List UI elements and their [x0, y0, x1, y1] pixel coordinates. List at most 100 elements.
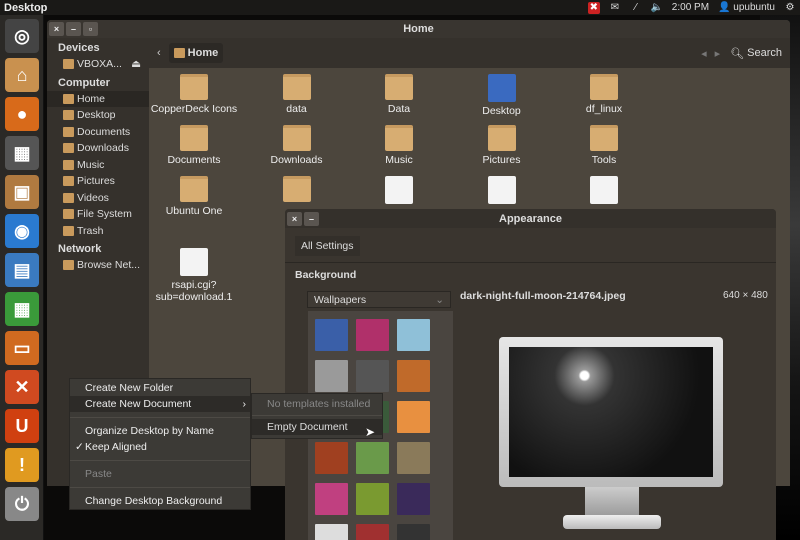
ubuntu-software-icon[interactable]: ✕	[5, 370, 39, 404]
close-button[interactable]: ×	[49, 22, 64, 36]
update-icon[interactable]: !	[5, 448, 39, 482]
file-item[interactable]	[452, 176, 552, 207]
clock[interactable]: 2:00 PM	[672, 2, 709, 13]
mouse-cursor-icon: ➤	[365, 425, 376, 439]
sidebar-item[interactable]: VBOXA... ⏏	[47, 56, 149, 73]
folder-icon	[282, 125, 311, 151]
close-button[interactable]: ×	[287, 211, 302, 226]
maximize-button[interactable]: ▫	[83, 22, 98, 36]
file-item[interactable]: data	[247, 74, 347, 115]
error-indicator-icon[interactable]: ✖	[587, 1, 600, 14]
file-item[interactable]: Desktop	[452, 74, 552, 117]
wallpaper-thumbnail[interactable]	[315, 483, 348, 515]
file-item[interactable]: Music	[349, 125, 449, 166]
context-menu-item[interactable]: Change Desktop Background	[70, 493, 250, 509]
volume-icon[interactable]: 🔈	[651, 2, 663, 14]
sidebar-item[interactable]: Trash	[47, 223, 149, 240]
sidebar-item[interactable]: Browse Net...	[47, 257, 149, 274]
firefox-icon[interactable]: ●	[5, 97, 39, 131]
wallpaper-thumbnail[interactable]	[356, 360, 389, 392]
sidebar-item[interactable]: Documents	[47, 124, 149, 141]
file-item[interactable]: rsapi.cgi? sub=download.1	[144, 248, 244, 303]
folder-icon	[282, 74, 311, 100]
file-item[interactable]	[349, 176, 449, 207]
wallpaper-thumbnail[interactable]	[397, 360, 430, 392]
file-name: Tools	[591, 154, 617, 166]
folder-icon	[385, 125, 413, 151]
file-item[interactable]: Tools	[554, 125, 654, 166]
nav-back-arrow-icon[interactable]: ◂	[701, 47, 707, 60]
dash-icon[interactable]: ◎	[5, 19, 39, 53]
package-icon[interactable]: ▣	[5, 175, 39, 209]
file-item[interactable]: Pictures	[452, 125, 552, 166]
context-menu-item[interactable]: Create New Folder	[70, 380, 250, 396]
sidebar-item[interactable]: Videos	[47, 190, 149, 207]
file-icon	[385, 176, 413, 204]
user-menu[interactable]: 👤 upubuntu	[718, 2, 775, 13]
wallpaper-thumbnail[interactable]	[356, 442, 389, 474]
wallpaper-thumbnail[interactable]	[397, 442, 430, 474]
wallpaper-thumbnail[interactable]	[315, 360, 348, 392]
sidebar-item[interactable]: Home	[47, 90, 149, 107]
file-item[interactable]: Downloads	[247, 125, 347, 166]
file-name: Music	[385, 154, 413, 166]
system-settings-icon[interactable]: ⏻	[5, 487, 39, 521]
network-icon[interactable]: ⁄	[630, 2, 642, 14]
search-button[interactable]: 🔍︎ Search	[730, 47, 782, 60]
ubuntu-one-icon[interactable]: U	[5, 409, 39, 443]
wallpaper-thumbnail[interactable]	[356, 319, 389, 351]
dropdown-value: Wallpapers	[314, 294, 367, 306]
title-bar[interactable]: × – Appearance	[285, 209, 776, 228]
monitor-stand	[585, 487, 639, 517]
sidebar-item[interactable]: File System	[47, 206, 149, 223]
file-item[interactable]	[554, 176, 654, 207]
context-menu-item[interactable]: Create New Document ›	[70, 396, 250, 412]
wallpaper-thumbnail[interactable]	[397, 319, 430, 351]
wallpaper-thumbnail[interactable]	[315, 524, 348, 540]
mail-icon[interactable]: ✉	[609, 2, 621, 14]
file-item[interactable]: Ubuntu One	[144, 176, 244, 217]
minimize-button[interactable]: –	[66, 22, 81, 36]
wallpaper-thumbnail[interactable]	[397, 524, 430, 540]
file-item[interactable]: Data	[349, 74, 449, 115]
sidebar-item-label: Home	[77, 92, 106, 105]
file-icon	[590, 176, 618, 204]
home-folder-icon[interactable]: ⌂	[5, 58, 39, 92]
wallpaper-thumbnail[interactable]	[315, 319, 348, 351]
file-item[interactable]: Documents	[144, 125, 244, 166]
sidebar-item[interactable]: Music	[47, 157, 149, 174]
archive-icon	[487, 176, 516, 204]
gear-icon[interactable]: ⚙	[784, 2, 796, 14]
file-item[interactable]: df_linux	[554, 74, 654, 115]
wallpaper-thumbnail[interactable]	[356, 483, 389, 515]
minimize-button[interactable]: –	[304, 211, 319, 226]
file-item[interactable]: CopperDeck Icons	[144, 74, 244, 115]
nav-forward-arrow-icon[interactable]: ▸	[715, 47, 721, 60]
eject-icon[interactable]: ⏏	[131, 58, 141, 70]
panel-title: Desktop	[4, 1, 48, 14]
all-settings-button[interactable]: All Settings	[295, 236, 360, 256]
context-menu-item[interactable]: Organize Desktop by Name	[70, 423, 250, 439]
search-icon: 🔍︎	[730, 47, 745, 60]
file-name: CopperDeck Icons	[150, 103, 238, 115]
chrome-icon[interactable]: ◉	[5, 214, 39, 248]
wallpaper-thumbnail[interactable]	[397, 401, 430, 433]
place-icon	[63, 110, 74, 121]
title-bar[interactable]: × – ▫ Home	[47, 20, 790, 38]
writer-icon[interactable]: ▤	[5, 253, 39, 287]
sidebar-item[interactable]: Desktop	[47, 107, 149, 124]
wallpaper-thumbnail[interactable]	[397, 483, 430, 515]
wallpaper-source-dropdown[interactable]: Wallpapers ⌄	[307, 291, 451, 308]
back-button[interactable]: ‹	[157, 47, 161, 59]
clapper-icon[interactable]: ▦	[5, 136, 39, 170]
impress-icon[interactable]: ▭	[5, 331, 39, 365]
context-menu-item[interactable]: ✓ Keep Aligned	[70, 439, 250, 455]
empty-document-item[interactable]: Empty Document	[252, 419, 382, 435]
wallpaper-thumbnail[interactable]	[315, 442, 348, 474]
location-home-button[interactable]: Home	[168, 43, 224, 63]
sidebar-item[interactable]: Downloads	[47, 140, 149, 157]
file-item[interactable]	[247, 176, 347, 205]
wallpaper-thumbnail[interactable]	[356, 524, 389, 540]
calc-icon[interactable]: ▦	[5, 292, 39, 326]
sidebar-item[interactable]: Pictures	[47, 173, 149, 190]
